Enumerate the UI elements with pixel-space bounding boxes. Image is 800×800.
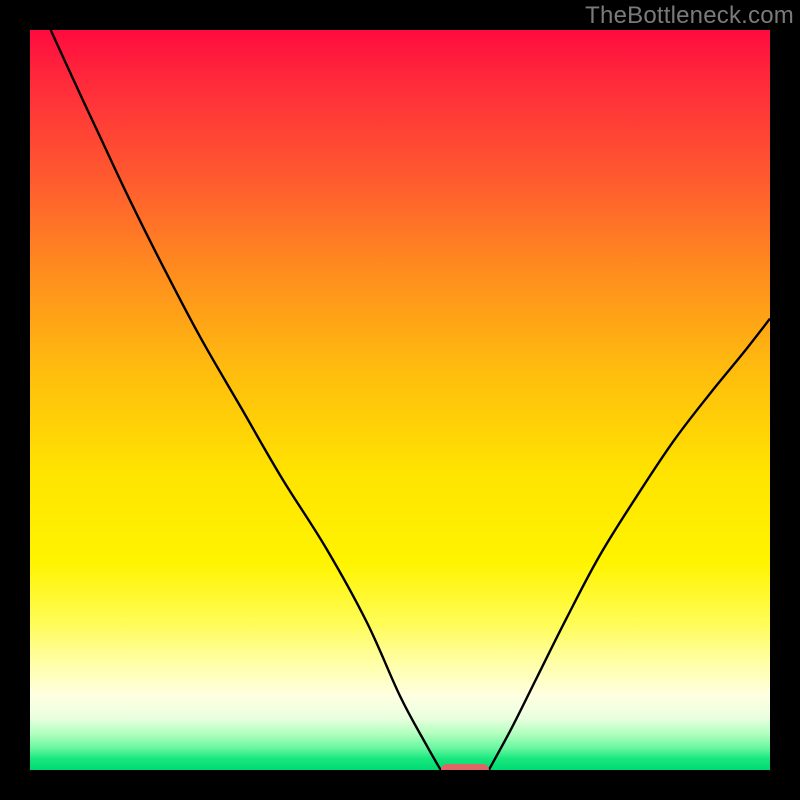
curve-left-branch <box>51 30 441 770</box>
chart-frame: TheBottleneck.com <box>0 0 800 800</box>
bottleneck-curve <box>30 30 770 770</box>
curve-right-branch <box>489 319 770 770</box>
minimum-marker <box>441 764 489 770</box>
plot-area <box>30 30 770 770</box>
watermark-text: TheBottleneck.com <box>585 2 794 30</box>
